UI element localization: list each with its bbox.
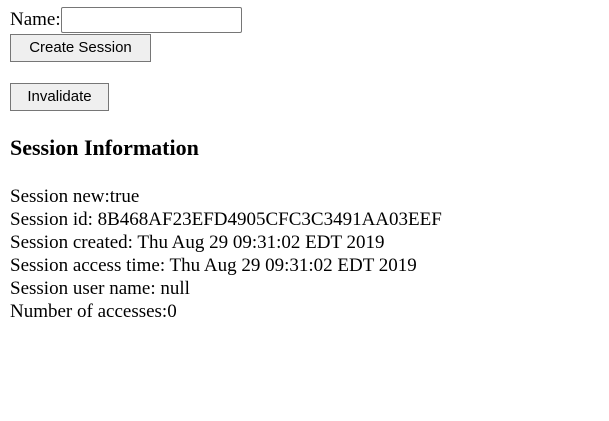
session-created-line: Session created: Thu Aug 29 09:31:02 EDT…: [10, 232, 385, 253]
session-access-time-line: Session access time: Thu Aug 29 09:31:02…: [10, 255, 417, 276]
create-session-button[interactable]: Create Session: [10, 34, 151, 62]
session-new-line: Session new:true: [10, 186, 140, 207]
name-row: Name:: [10, 7, 242, 33]
name-input[interactable]: [60, 7, 242, 33]
name-label: Name:: [10, 9, 61, 30]
session-info-list: Session new:true Session id: 8B468AF23EF…: [10, 185, 442, 323]
session-user-name-line: Session user name: null: [10, 278, 190, 299]
session-information-heading: Session Information: [10, 135, 199, 160]
invalidate-button[interactable]: Invalidate: [10, 83, 109, 111]
number-of-accesses-line: Number of accesses:0: [10, 301, 177, 322]
session-id-line: Session id: 8B468AF23EFD4905CFC3C3491AA0…: [10, 209, 442, 230]
